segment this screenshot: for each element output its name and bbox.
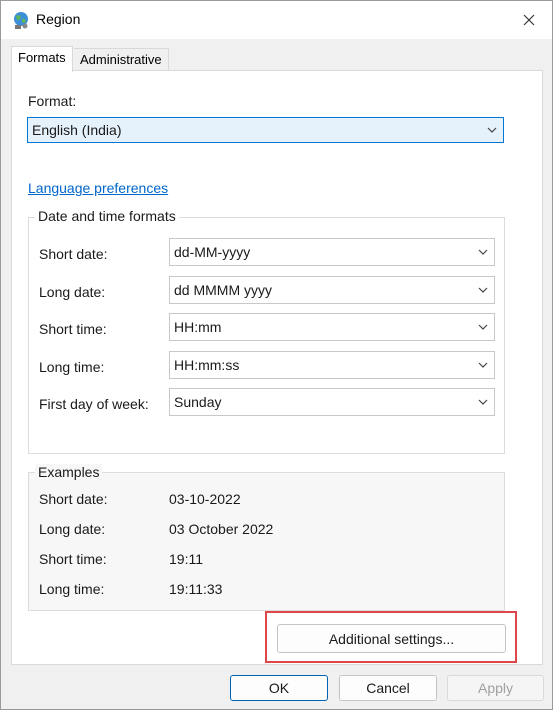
chevron-down-icon (478, 249, 488, 255)
short-date-label: Short date: (39, 246, 108, 262)
chevron-down-icon (478, 399, 488, 405)
apply-button[interactable]: Apply (447, 675, 544, 701)
date-time-formats-title: Date and time formats (35, 208, 179, 224)
example-long-date-value: 03 October 2022 (169, 521, 274, 537)
first-day-of-week-value: Sunday (174, 394, 222, 410)
language-preferences-link[interactable]: Language preferences (28, 180, 168, 196)
long-date-label: Long date: (39, 284, 106, 300)
short-time-value: HH:mm (174, 319, 222, 335)
formats-panel: Format: English (India) Language prefere… (11, 70, 543, 665)
chevron-down-icon (478, 324, 488, 330)
title-bar: Region (1, 1, 552, 39)
short-date-select[interactable]: dd-MM-yyyy (169, 238, 495, 266)
long-time-select[interactable]: HH:mm:ss (169, 351, 495, 379)
region-dialog: Region Formats Administrative Format: En… (0, 0, 553, 710)
long-time-value: HH:mm:ss (174, 357, 240, 373)
tab-formats[interactable]: Formats (11, 46, 73, 72)
examples-group: Examples Short date: 03-10-2022 Long dat… (28, 464, 505, 611)
example-long-date-label: Long date: (39, 521, 106, 537)
example-long-time-label: Long time: (39, 581, 105, 597)
close-icon (523, 14, 535, 26)
example-short-date-value: 03-10-2022 (169, 491, 241, 507)
examples-title: Examples (35, 464, 103, 480)
first-day-of-week-select[interactable]: Sunday (169, 388, 495, 416)
example-short-time-value: 19:11 (169, 551, 203, 567)
example-short-date-label: Short date: (39, 491, 108, 507)
short-date-value: dd-MM-yyyy (174, 244, 251, 260)
window-title: Region (36, 11, 81, 27)
close-button[interactable] (506, 1, 552, 39)
chevron-down-icon (487, 127, 497, 133)
globe-icon (14, 12, 28, 29)
example-long-time-value: 19:11:33 (169, 581, 223, 597)
format-value: English (India) (32, 122, 122, 138)
long-time-label: Long time: (39, 359, 105, 375)
short-time-select[interactable]: HH:mm (169, 313, 495, 341)
ok-button[interactable]: OK (230, 675, 328, 701)
chevron-down-icon (478, 287, 488, 293)
example-short-time-label: Short time: (39, 551, 107, 567)
date-time-formats-group: Date and time formats Short date: dd-MM-… (28, 208, 505, 454)
format-select[interactable]: English (India) (27, 117, 504, 143)
tab-strip: Formats Administrative (1, 39, 552, 72)
additional-settings-button[interactable]: Additional settings... (277, 624, 506, 653)
short-time-label: Short time: (39, 321, 107, 337)
format-label: Format: (28, 93, 77, 109)
first-day-of-week-label: First day of week: (39, 396, 149, 412)
cancel-button[interactable]: Cancel (339, 675, 437, 701)
long-date-value: dd MMMM yyyy (174, 282, 272, 298)
chevron-down-icon (478, 362, 488, 368)
tab-administrative[interactable]: Administrative (74, 48, 169, 71)
long-date-select[interactable]: dd MMMM yyyy (169, 276, 495, 304)
